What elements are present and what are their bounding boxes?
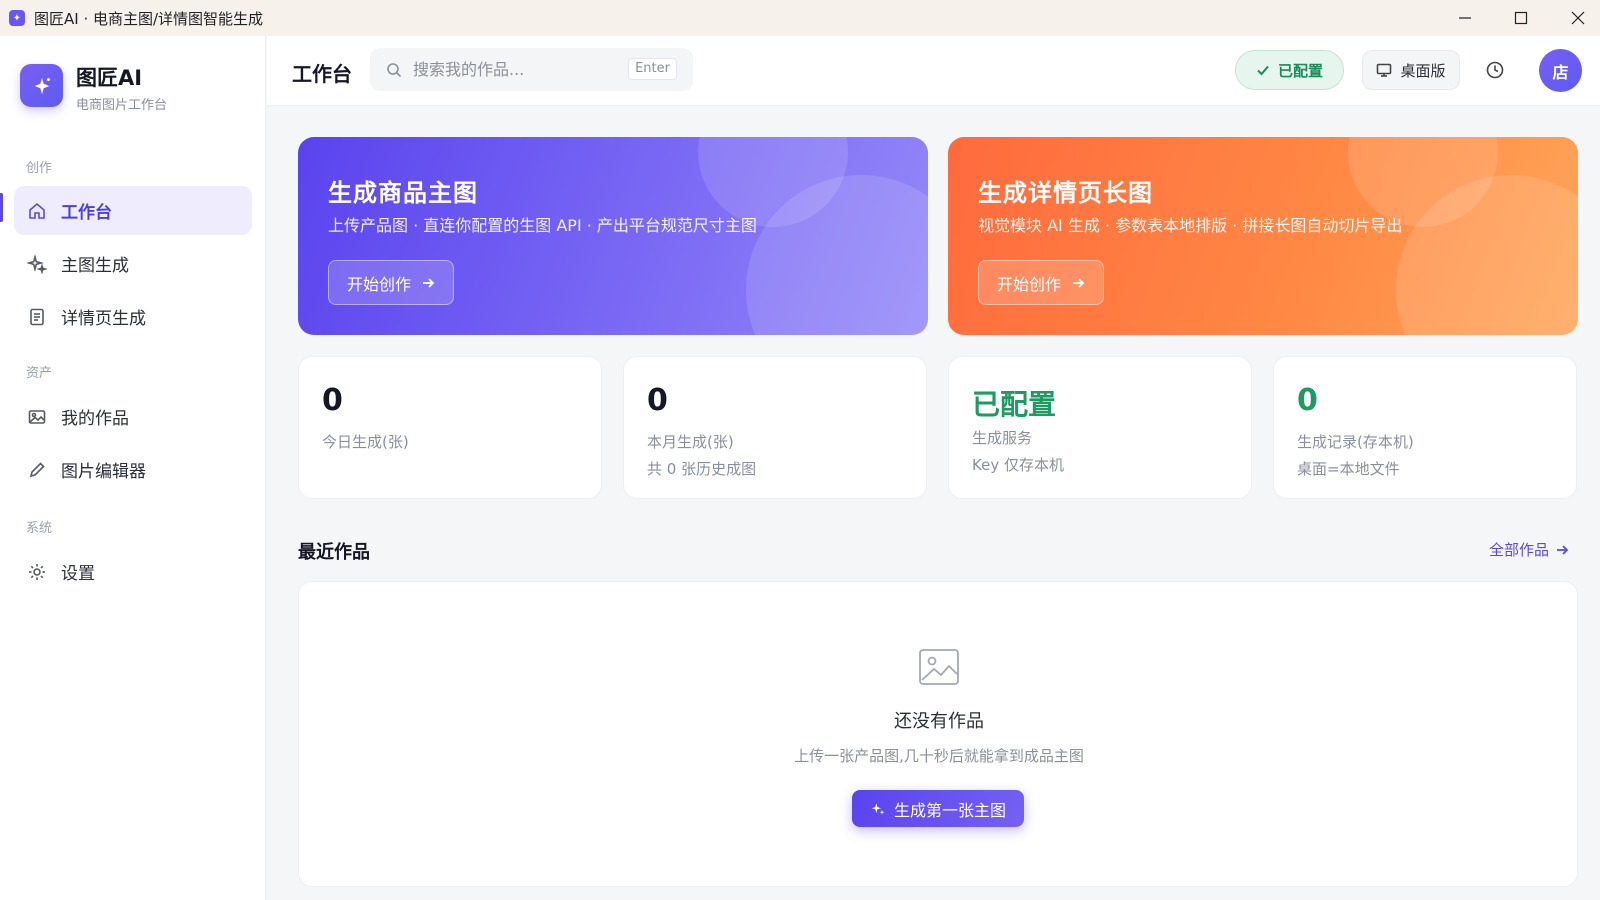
brand-name: 图匠AI	[76, 66, 143, 90]
image-icon	[27, 407, 47, 427]
stat-card-service: 已配置 生成服务 Key 仅存本机	[948, 356, 1252, 499]
stat-card-records: 0 生成记录(存本机) 桌面=本地文件	[1273, 356, 1577, 499]
hero-title: 生成详情页长图	[978, 179, 1153, 207]
close-icon	[1571, 11, 1585, 25]
logo	[20, 64, 63, 107]
recent-works-empty-state: 还没有作品 上传一张产品图,几十秒后就能拿到成品主图 生成第一张主图	[298, 581, 1578, 887]
recent-works-title: 最近作品	[298, 542, 370, 563]
all-works-link[interactable]: 全部作品	[1489, 539, 1569, 560]
check-icon	[1257, 65, 1269, 76]
hero-description: 视觉模块 AI 生成 · 参数表本地排版 · 拼接长图自动切片导出	[978, 216, 1403, 235]
hero-description: 上传产品图 · 直连你配置的生图 API · 产出平台规范尺寸主图	[328, 216, 757, 235]
app-icon: ✦	[9, 10, 25, 26]
search-box[interactable]: Enter	[370, 48, 693, 91]
document-icon	[27, 307, 47, 327]
hero-card-detail-page[interactable]: 生成详情页长图 视觉模块 AI 生成 · 参数表本地排版 · 拼接长图自动切片导…	[948, 137, 1578, 335]
arrow-right-icon	[1557, 544, 1569, 555]
start-create-label: 开始创作	[347, 274, 412, 294]
desktop-version-button[interactable]: 桌面版	[1362, 50, 1460, 90]
window-title: 图匠AI · 电商主图/详情图智能生成	[34, 9, 264, 28]
stat-value: 已配置	[972, 388, 1057, 421]
title-bar: ✦ 图匠AI · 电商主图/详情图智能生成	[0, 0, 1600, 36]
hero-title: 生成商品主图	[328, 179, 478, 207]
stat-label: 今日生成(张)	[322, 433, 409, 451]
section-label-assets: 资产	[26, 366, 53, 381]
maximize-icon	[1514, 11, 1528, 25]
sidebar-item-image-editor[interactable]: 图片编辑器	[14, 445, 252, 494]
stat-label: 生成记录(存本机)	[1297, 433, 1414, 451]
sidebar-item-label: 设置	[61, 564, 95, 584]
stat-sublabel: 共 0 张历史成图	[647, 460, 757, 478]
sidebar-item-detail-page[interactable]: 详情页生成	[14, 292, 252, 341]
sidebar-item-main-image[interactable]: 主图生成	[14, 239, 252, 288]
active-indicator	[0, 193, 3, 222]
stat-label: 生成服务	[972, 429, 1033, 447]
sparkle-logo-icon	[34, 77, 50, 94]
avatar[interactable]: 店	[1539, 49, 1582, 92]
start-create-button[interactable]: 开始创作	[328, 260, 455, 305]
sidebar-item-my-works[interactable]: 我的作品	[14, 392, 252, 441]
history-button[interactable]	[1483, 58, 1507, 82]
top-header: 工作台 Enter 已配置 桌面版 店	[267, 36, 1600, 106]
enter-shortcut-badge: Enter	[628, 58, 677, 80]
arrow-right-icon	[423, 277, 435, 288]
sidebar-item-label: 图片编辑器	[61, 462, 146, 482]
sparkle-icon	[871, 802, 885, 815]
section-label-create: 创作	[26, 161, 53, 176]
clock-icon	[1486, 61, 1504, 79]
brand-subtitle: 电商图片工作台	[76, 98, 168, 113]
stat-label: 本月生成(张)	[647, 433, 734, 451]
start-create-label: 开始创作	[997, 274, 1062, 294]
sidebar-item-label: 工作台	[61, 203, 112, 223]
cta-label: 生成第一张主图	[893, 800, 1006, 820]
arrow-right-icon	[1073, 277, 1085, 288]
start-create-button[interactable]: 开始创作	[978, 260, 1105, 305]
stat-card-month: 0 本月生成(张) 共 0 张历史成图	[623, 356, 927, 499]
stat-card-today: 0 今日生成(张)	[298, 356, 602, 499]
all-works-label: 全部作品	[1489, 541, 1550, 559]
sparkle-icon	[27, 253, 47, 274]
maximize-button[interactable]	[1492, 0, 1550, 36]
empty-subtitle: 上传一张产品图,几十秒后就能拿到成品主图	[794, 747, 1084, 765]
stat-value: 0	[1297, 383, 1318, 418]
section-label-system: 系统	[26, 521, 53, 536]
gear-icon	[27, 562, 47, 582]
sidebar-item-workbench[interactable]: 工作台	[14, 186, 252, 235]
minimize-button[interactable]	[1436, 0, 1494, 36]
sidebar-item-settings[interactable]: 设置	[14, 547, 252, 596]
search-icon	[386, 62, 402, 78]
sidebar-item-label: 我的作品	[61, 409, 129, 429]
stat-value: 0	[322, 383, 343, 418]
sidebar-item-label: 详情页生成	[61, 309, 146, 329]
desktop-label: 桌面版	[1400, 61, 1446, 80]
configured-status-button[interactable]: 已配置	[1235, 50, 1344, 90]
hero-card-main-image[interactable]: 生成商品主图 上传产品图 · 直连你配置的生图 API · 产出平台规范尺寸主图…	[298, 137, 928, 335]
stat-sublabel: Key 仅存本机	[972, 456, 1064, 474]
close-button[interactable]	[1549, 0, 1600, 36]
search-input[interactable]	[413, 60, 623, 79]
home-icon	[27, 201, 47, 221]
sidebar: 图匠AI 电商图片工作台 创作 工作台 主图生成 详情页生成 资产 我的作品 图…	[0, 36, 266, 900]
stat-value: 0	[647, 383, 668, 418]
monitor-icon	[1377, 63, 1392, 77]
minimize-icon	[1459, 17, 1471, 19]
generate-first-image-button[interactable]: 生成第一张主图	[852, 790, 1024, 827]
page-title: 工作台	[292, 62, 352, 86]
empty-title: 还没有作品	[894, 711, 984, 732]
sidebar-item-label: 主图生成	[61, 256, 129, 276]
pencil-icon	[27, 460, 47, 480]
configured-label: 已配置	[1277, 61, 1323, 80]
stat-sublabel: 桌面=本地文件	[1297, 460, 1400, 478]
empty-image-icon	[918, 648, 960, 690]
